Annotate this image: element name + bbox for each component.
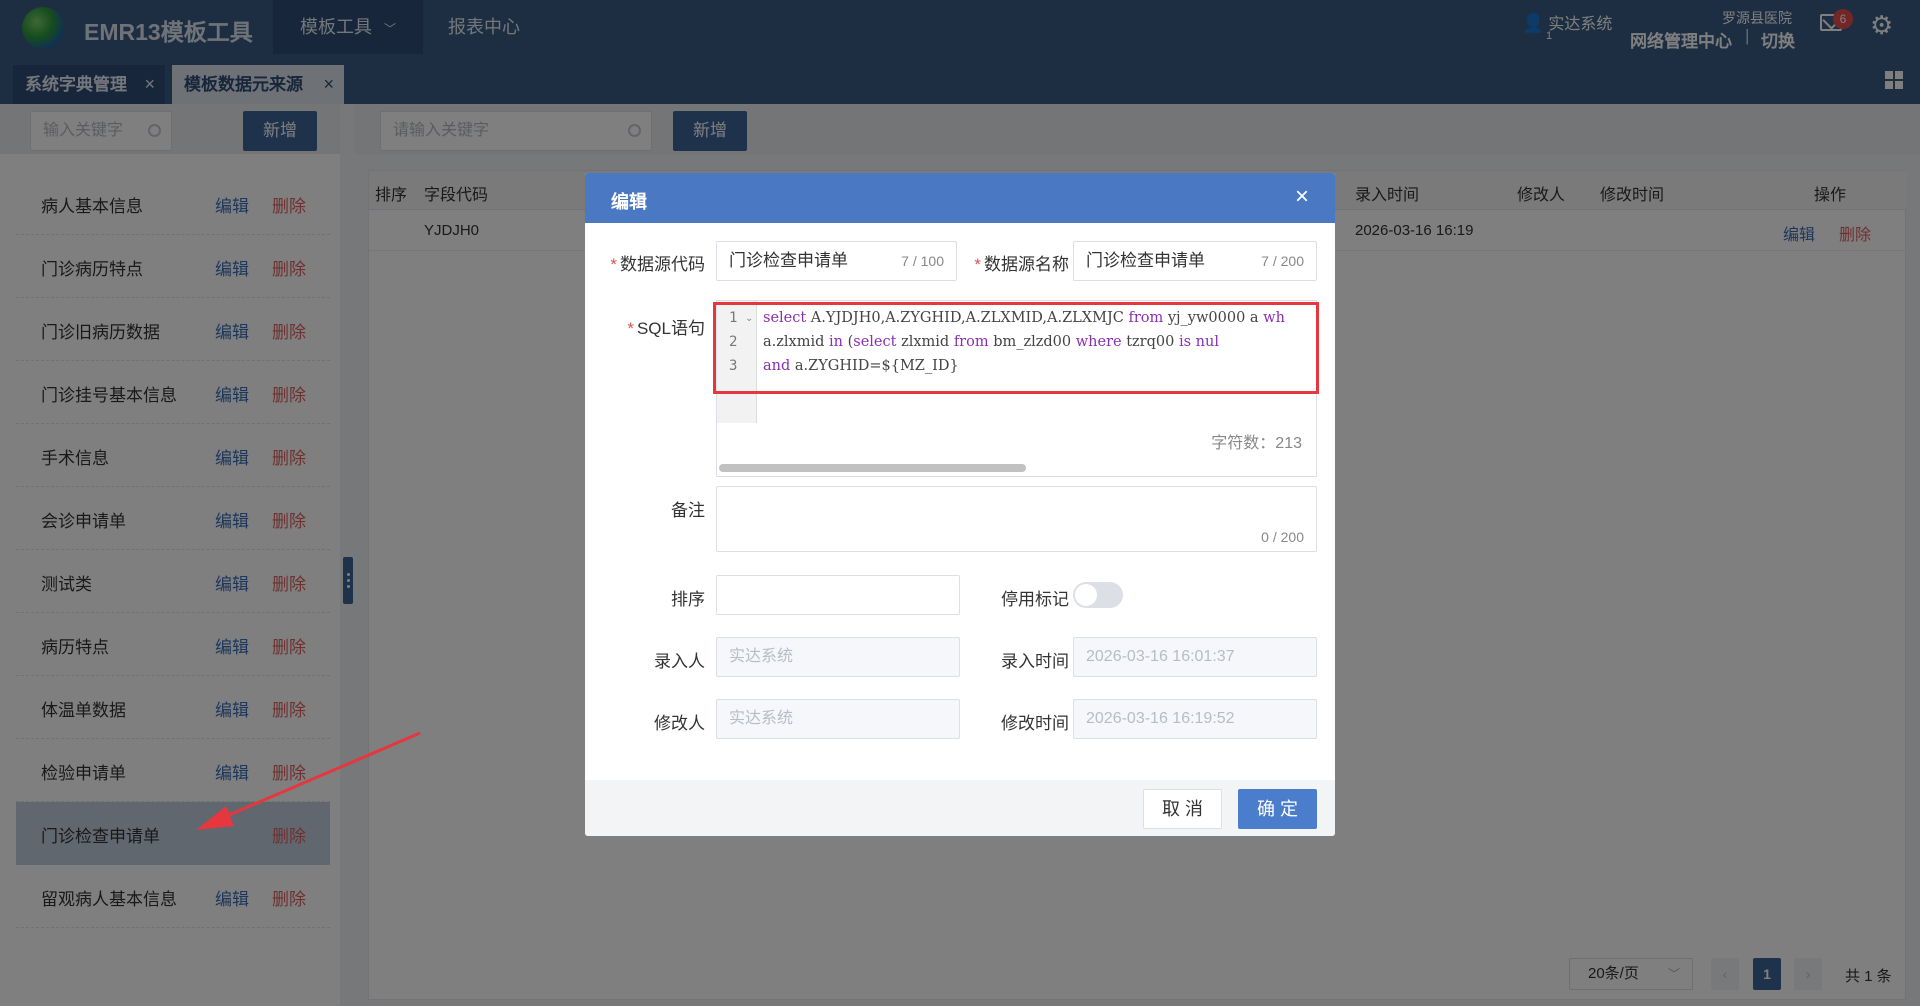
close-icon[interactable]: ×: [1295, 184, 1309, 210]
modify-time-label: 修改时间: [1001, 714, 1069, 733]
modifier-input: 实达系统: [716, 699, 960, 739]
confirm-button[interactable]: 确 定: [1238, 789, 1317, 829]
sql-label: * SQL语句: [627, 319, 705, 338]
edit-dialog: 编辑 × * 数据源代码 门诊检查申请单 7 / 100 * 数据源名称 门诊检查申…: [585, 173, 1335, 836]
disabled-toggle[interactable]: [1073, 582, 1123, 608]
dialog-title: 编辑: [611, 192, 647, 212]
sql-char-count: 字符数：213: [1211, 435, 1302, 452]
source-code-count: 7 / 100: [901, 253, 944, 269]
horizontal-scrollbar[interactable]: [719, 464, 1026, 472]
remark-label: 备注: [671, 501, 705, 520]
entry-time-input: 2026-03-16 16:01:37: [1073, 637, 1317, 677]
source-name-count: 7 / 200: [1261, 253, 1304, 269]
sort-input[interactable]: [716, 575, 960, 615]
source-name-label-text: 数据源名称: [984, 255, 1069, 274]
source-code-input[interactable]: 门诊检查申请单 7 / 100: [716, 241, 957, 281]
source-name-input[interactable]: 门诊检查申请单 7 / 200: [1073, 241, 1317, 281]
source-name-label: * 数据源名称: [974, 255, 1069, 274]
modify-time-input: 2026-03-16 16:19:52: [1073, 699, 1317, 739]
cancel-button[interactable]: 取 消: [1143, 789, 1222, 829]
entry-user-label: 录入人: [654, 652, 705, 671]
dialog-header: 编辑 ×: [585, 173, 1335, 223]
remark-textarea[interactable]: 0 / 200: [716, 486, 1317, 552]
highlight-box: [713, 302, 1319, 394]
sort-label: 排序: [671, 590, 705, 609]
source-code-label: * 数据源代码: [610, 255, 705, 274]
dialog-footer: 取 消 确 定: [585, 780, 1335, 836]
modifier-label: 修改人: [654, 714, 705, 733]
disabled-label: 停用标记: [1001, 590, 1069, 609]
remark-count: 0 / 200: [1261, 529, 1304, 545]
entry-time-label: 录入时间: [1001, 652, 1069, 671]
sql-label-text: SQL语句: [636, 319, 705, 338]
source-name-value: 门诊检查申请单: [1086, 251, 1205, 270]
entry-user-input: 实达系统: [716, 637, 960, 677]
source-code-label-text: 数据源代码: [620, 255, 705, 274]
source-code-value: 门诊检查申请单: [729, 251, 848, 270]
